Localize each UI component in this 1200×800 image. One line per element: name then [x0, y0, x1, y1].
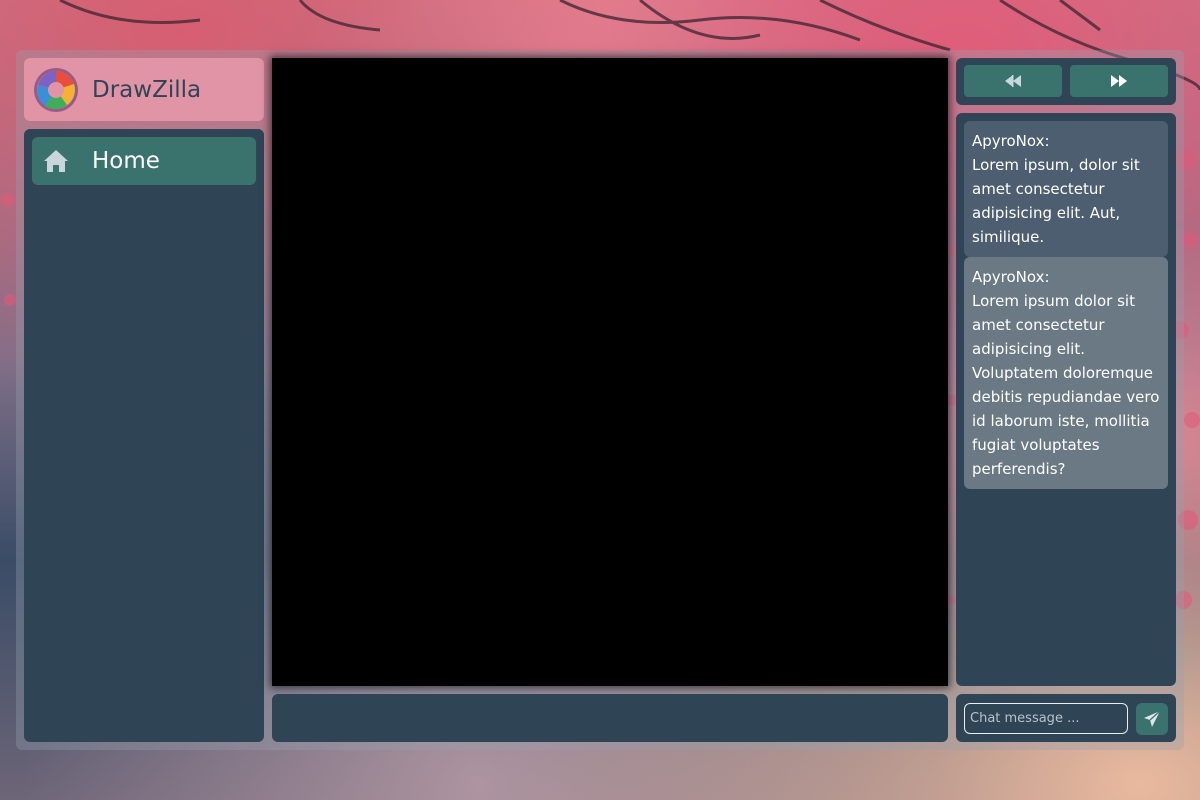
sidebar-item-label: Home: [92, 148, 160, 174]
home-icon: [44, 150, 68, 172]
drawing-toolbar: [272, 694, 948, 742]
fast-forward-icon: [1111, 75, 1127, 87]
sidebar: Home: [24, 129, 264, 742]
chat-input-bar: [956, 694, 1176, 742]
fast-forward-button[interactable]: [1070, 65, 1168, 97]
chat-message: ApyroNox: Lorem ipsum, dolor sit amet co…: [964, 121, 1168, 257]
message-author: ApyroNox:: [972, 132, 1050, 150]
message-author: ApyroNox:: [972, 268, 1050, 286]
chat-messages-panel[interactable]: ApyroNox: Lorem ipsum, dolor sit amet co…: [956, 113, 1176, 686]
drawzilla-logo-icon: [34, 67, 78, 112]
send-icon: [1144, 710, 1161, 727]
rewind-icon: [1005, 75, 1021, 87]
sidebar-item-home[interactable]: Home: [32, 137, 256, 185]
app-logo-header[interactable]: DrawZilla: [24, 58, 264, 121]
rewind-button[interactable]: [964, 65, 1062, 97]
message-text: Lorem ipsum dolor sit amet consectetur a…: [972, 292, 1160, 478]
playback-controls: [956, 58, 1176, 105]
app-name: DrawZilla: [92, 76, 202, 103]
drawing-canvas[interactable]: [272, 58, 948, 686]
send-button[interactable]: [1136, 703, 1168, 735]
chat-message-input[interactable]: [964, 703, 1128, 734]
chat-message: ApyroNox: Lorem ipsum dolor sit amet con…: [964, 257, 1168, 489]
message-text: Lorem ipsum, dolor sit amet consectetur …: [972, 156, 1140, 246]
